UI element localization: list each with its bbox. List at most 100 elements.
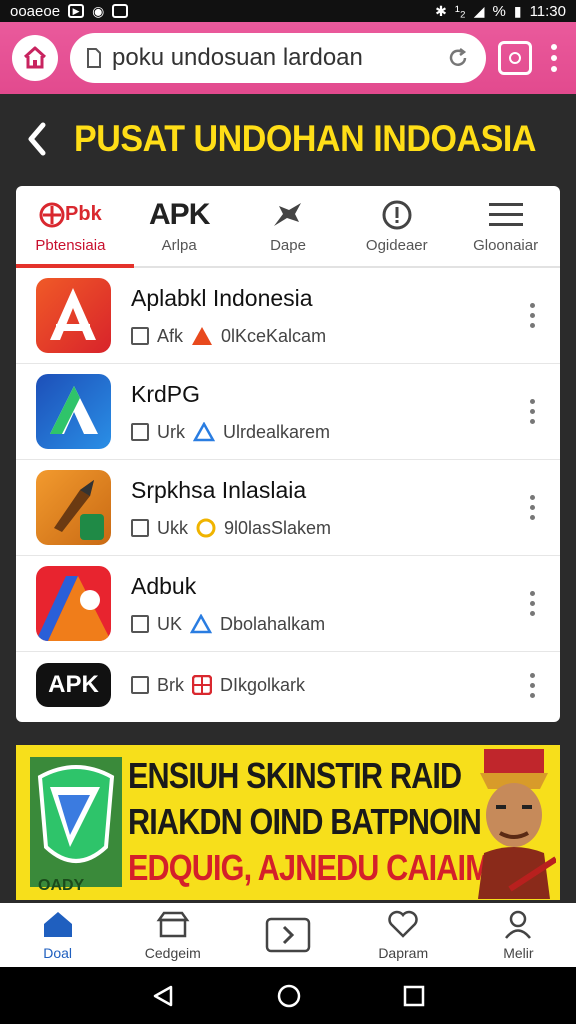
store-icon-wrap <box>156 909 190 939</box>
kebab-dot <box>529 303 535 308</box>
recents-square-icon[interactable] <box>403 985 425 1007</box>
reload-icon[interactable] <box>446 46 470 70</box>
red-a-glyph <box>50 288 96 340</box>
app-meta: UK Dbolahalkam <box>131 614 522 635</box>
hamburger-icon <box>488 202 523 226</box>
more-options-button[interactable] <box>522 591 542 616</box>
banner-brand-label: OADY <box>38 877 85 894</box>
bluetooth-icon: ✱ <box>435 2 447 19</box>
red-a-app-icon <box>36 278 111 353</box>
hamburger-icon-wrap <box>488 199 523 231</box>
app-meta-dev: 9l0lasSlakem <box>224 517 332 538</box>
app-meta: Urk Ulrdealkarem <box>131 422 522 443</box>
tab-arlpa[interactable]: APK Arlpa <box>125 186 234 266</box>
kebab-dot <box>529 611 535 616</box>
app-meta-code: Afk <box>157 325 184 346</box>
status-bar: ooaeoe ▶ ◉ ✱ ¹₂ ◢ % ▮ 11:30 <box>0 0 576 22</box>
heart-icon-wrap <box>388 909 418 939</box>
banner-line-3: EDQUIG, AJNEDU CAIAIM <box>128 847 491 888</box>
browser-home-button[interactable] <box>12 35 58 81</box>
message-notification-icon <box>112 4 129 18</box>
app-meta: Brk DIkgolkark <box>131 675 522 696</box>
list-item[interactable]: Adbuk UK Dbolahalkam <box>16 556 560 652</box>
app-meta-dev: DIkgolkark <box>220 674 306 695</box>
tab-gloonaiar[interactable]: Gloonaiar <box>451 186 560 266</box>
app-meta: Ukk 9l0lasSlakem <box>131 518 522 539</box>
address-bar[interactable]: poku undosuan lardoan <box>70 33 486 83</box>
nav-label: Dapram <box>378 945 429 961</box>
promo-banner[interactable]: OADY ENSIUH SKINSTIR RAID RIAKDN OIND BA… <box>16 745 560 900</box>
app-meta-code: Ukk <box>157 517 188 538</box>
forward-box-icon <box>265 917 311 953</box>
app-meta-code: Brk <box>157 674 184 695</box>
status-time: 11:30 <box>529 2 566 20</box>
video-notification-icon: ▶ <box>68 4 85 18</box>
kebab-dot <box>529 399 535 404</box>
url-text[interactable]: poku undosuan lardoan <box>112 44 436 72</box>
calendar-icon <box>131 423 149 441</box>
grid-icon <box>131 519 149 537</box>
more-options-button[interactable] <box>522 399 542 424</box>
app-meta-dev: Dbolahalkam <box>220 613 326 634</box>
banner-line-1: ENSIUH SKINSTIR RAID <box>128 755 462 796</box>
tab-label: Ogideaer <box>365 236 428 254</box>
calendar-icon <box>131 676 149 694</box>
status-left: ooaeoe ▶ ◉ <box>10 3 129 20</box>
tab-dape[interactable]: Dape <box>234 186 343 266</box>
more-options-button[interactable] <box>522 672 542 698</box>
home-icon <box>23 46 47 69</box>
user-icon <box>505 910 532 939</box>
tab-label: Dape <box>270 236 306 254</box>
app-info: Adbuk UK Dbolahalkam <box>131 573 522 635</box>
store-icon <box>156 911 190 938</box>
nav-item-profile[interactable]: Melir <box>461 903 576 967</box>
alert-circle-icon <box>382 200 412 229</box>
more-options-button[interactable] <box>522 495 542 520</box>
coin-icon <box>196 518 216 538</box>
kebab-dot <box>529 515 535 520</box>
menu-dot <box>551 55 557 61</box>
list-item[interactable]: Srpkhsa Inlaslaia Ukk 9l0lasSlakem <box>16 460 560 556</box>
browser-menu-button[interactable] <box>544 44 564 72</box>
alert-icon-wrap <box>381 199 413 231</box>
shield-logo-icon <box>30 757 122 887</box>
home-icon <box>43 912 72 937</box>
rocket-glyph <box>54 480 104 540</box>
delta-icon <box>190 614 213 634</box>
signal-icon: ◢ <box>473 2 485 19</box>
app-meta-code: Urk <box>157 421 185 442</box>
menu-dot <box>551 44 557 50</box>
app-name: Adbuk <box>131 572 197 599</box>
calendar-icon <box>131 615 149 633</box>
back-button[interactable] <box>0 94 74 184</box>
app-name: Srpkhsa Inlaslaia <box>131 476 307 503</box>
home-circle-icon[interactable] <box>276 983 302 1009</box>
heart-icon <box>388 910 418 938</box>
signal-text: ¹₂ <box>454 2 466 20</box>
app-info: Aplabkl Indonesia Afk 0lKceKalcam <box>131 285 522 347</box>
app-name: KrdPG <box>131 380 201 407</box>
pbk-logo-icon: Pbk <box>39 199 102 231</box>
list-item[interactable]: APK Brk DIkgolkark <box>16 652 560 718</box>
tab-pbtensiaia[interactable]: Pbk Pbtensiaia <box>16 186 125 266</box>
more-options-button[interactable] <box>522 303 542 328</box>
back-triangle-icon[interactable] <box>151 984 175 1008</box>
apk-icon-text: APK <box>48 671 99 698</box>
nav-item-forward[interactable] <box>230 903 345 967</box>
browser-toolbar: poku undosuan lardoan <box>0 22 576 94</box>
battery-icon: ▮ <box>513 2 522 19</box>
kebab-dot <box>529 313 535 318</box>
nav-item-store[interactable]: Cedgeim <box>115 903 230 967</box>
tabs-icon <box>509 52 521 64</box>
blue-a-app-icon <box>36 374 111 449</box>
nav-item-favorites[interactable]: Dapram <box>346 903 461 967</box>
list-item[interactable]: Aplabkl Indonesia Afk 0lKceKalcam <box>16 268 560 364</box>
nav-item-home[interactable]: Doal <box>0 903 115 967</box>
page-title: PUSAT UNDOHAN INDOASIA <box>73 118 537 159</box>
rocket-app-icon <box>36 470 111 545</box>
tab-ogideaer[interactable]: Ogideaer <box>342 186 451 266</box>
tabs-button[interactable] <box>498 41 532 75</box>
tab-label: Pbtensiaia <box>35 236 106 254</box>
list-item[interactable]: KrdPG Urk Ulrdealkarem <box>16 364 560 460</box>
app-meta: Afk 0lKceKalcam <box>131 326 522 347</box>
